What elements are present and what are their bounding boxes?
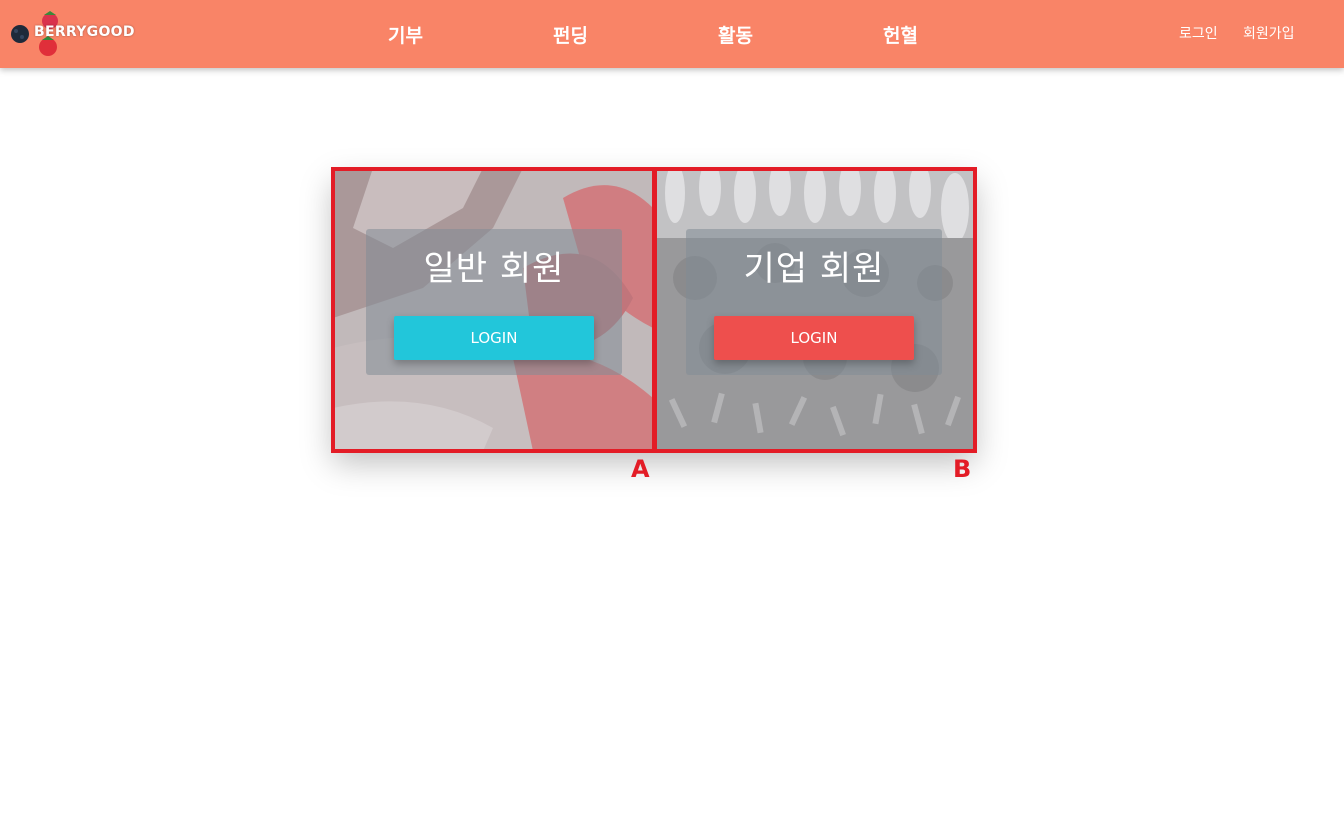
corporate-member-panel: 기업 회원 LOGIN [686,229,942,375]
login-link[interactable]: 로그인 [1179,23,1218,43]
personal-member-card: 일반 회원 LOGIN [333,168,653,451]
nav-item-activity[interactable]: 활동 [718,21,753,48]
personal-login-button[interactable]: LOGIN [394,316,594,360]
nav-item-blood-donation[interactable]: 헌혈 [883,21,918,48]
top-navbar: BERRYGOOD 기부 펀딩 활동 헌혈 로그인 회원가입 [0,0,1344,68]
main-menu: 기부 펀딩 활동 헌혈 [0,21,1344,47]
annotation-label-a: A [631,455,650,483]
annotation-label-b: B [953,455,972,483]
signup-link[interactable]: 회원가입 [1243,23,1295,43]
corporate-member-title: 기업 회원 [743,249,885,289]
corporate-member-card: 기업 회원 LOGIN [655,168,975,451]
personal-member-panel: 일반 회원 LOGIN [366,229,622,375]
personal-member-title: 일반 회원 [423,249,565,289]
nav-item-donation[interactable]: 기부 [388,21,423,48]
corporate-login-button[interactable]: LOGIN [714,316,914,360]
nav-item-funding[interactable]: 펀딩 [553,21,588,48]
